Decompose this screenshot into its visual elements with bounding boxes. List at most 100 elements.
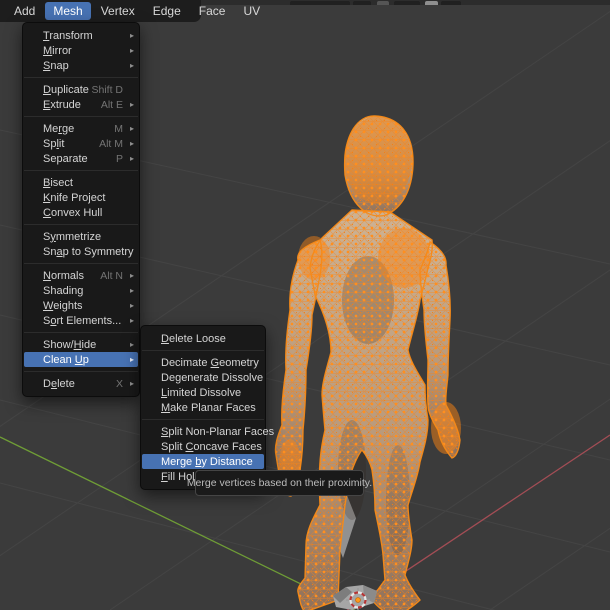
header-widget-stub <box>353 1 371 5</box>
menu-item-shortcut: Alt N <box>100 269 123 282</box>
menu-item-shortcut: X <box>115 377 123 390</box>
menu-item-normals[interactable]: Normals Alt N ▸ <box>24 268 138 283</box>
menubar-item-mesh[interactable]: Mesh <box>45 2 91 20</box>
menu-item-label: Knife Project <box>43 191 106 204</box>
menu-item-split-concave-faces[interactable]: Split Concave Faces <box>142 439 264 454</box>
menubar: Add Mesh Vertex Edge Face UV <box>0 0 260 22</box>
menu-item-shortcut: Shift D <box>91 83 123 96</box>
menu-item-merge-by-distance[interactable]: Merge by Distance <box>142 454 264 469</box>
character-mesh[interactable] <box>274 115 461 610</box>
menu-item-show-hide[interactable]: Show/Hide ▸ <box>24 337 138 352</box>
menu-item-label: Duplicate <box>43 83 89 96</box>
menu-item-label: Delete Loose <box>161 332 226 345</box>
blender-window: Add Mesh Vertex Edge Face UV Transform ▸ Mirror… <box>0 0 610 610</box>
menu-item-merge[interactable]: Merge M ▸ <box>24 121 138 136</box>
submenu-arrow-icon: ▸ <box>129 355 134 364</box>
menu-item-make-planar-faces[interactable]: Make Planar Faces <box>142 400 264 415</box>
menu-item-label: Make Planar Faces <box>161 401 256 414</box>
submenu-arrow-icon: ▸ <box>129 100 134 109</box>
header-widget-stub <box>441 1 461 5</box>
menu-item-duplicate[interactable]: Duplicate Shift D <box>24 82 138 97</box>
menu-separator <box>24 116 138 117</box>
submenu-arrow-icon: ▸ <box>129 46 134 55</box>
submenu-arrow-icon: ▸ <box>129 340 134 349</box>
tooltip-text: Merge vertices based on their proximity. <box>186 477 373 489</box>
menu-item-clean-up[interactable]: Clean Up ▸ <box>24 352 138 367</box>
menu-item-convex-hull[interactable]: Convex Hull <box>24 205 138 220</box>
menu-item-label: Split Concave Faces <box>161 440 262 453</box>
menu-item-label: Convex Hull <box>43 206 103 219</box>
menu-separator <box>24 263 138 264</box>
menu-item-label: Split Non-Planar Faces <box>161 425 275 438</box>
menu-item-extrude[interactable]: Extrude Alt E ▸ <box>24 97 138 112</box>
header-widget-stub <box>290 1 350 5</box>
menu-item-label: Mirror <box>43 44 72 57</box>
menu-item-label: Decimate Geometry <box>161 356 259 369</box>
menu-item-shortcut: P <box>115 152 123 165</box>
menu-item-knife-project[interactable]: Knife Project <box>24 190 138 205</box>
menu-item-limited-dissolve[interactable]: Limited Dissolve <box>142 385 264 400</box>
menu-separator <box>24 371 138 372</box>
menu-item-label: Merge <box>43 122 75 135</box>
submenu-arrow-icon: ▸ <box>129 139 134 148</box>
submenu-arrow-icon: ▸ <box>129 154 134 163</box>
menu-item-split[interactable]: Split Alt M ▸ <box>24 136 138 151</box>
menu-item-label: Snap to Symmetry <box>43 245 134 258</box>
menu-item-decimate-geometry[interactable]: Decimate Geometry <box>142 355 264 370</box>
menu-item-label: Bisect <box>43 176 73 189</box>
menu-separator <box>142 350 264 351</box>
header-widget-stub <box>377 1 389 5</box>
object-origin-dot <box>355 597 361 603</box>
menu-separator <box>24 77 138 78</box>
menu-item-bisect[interactable]: Bisect <box>24 175 138 190</box>
menu-item-label: Separate <box>43 152 88 165</box>
menu-separator <box>24 170 138 171</box>
submenu-arrow-icon: ▸ <box>129 124 134 133</box>
menu-item-label: Delete <box>43 377 75 390</box>
menu-item-label: Symmetrize <box>43 230 102 243</box>
menu-item-label: Show/Hide <box>43 338 97 351</box>
menu-item-label: Clean Up <box>43 353 89 366</box>
submenu-arrow-icon: ▸ <box>129 286 134 295</box>
menubar-item-vertex[interactable]: Vertex <box>93 2 143 20</box>
menu-item-shortcut: Alt M <box>99 137 123 150</box>
cleanup-submenu-panel: Delete Loose Decimate Geometry Degenerate … <box>140 325 274 490</box>
menu-item-label: Weights <box>43 299 83 312</box>
menu-item-label: Transform <box>43 29 93 42</box>
submenu-arrow-icon: ▸ <box>129 316 134 325</box>
menu-item-transform[interactable]: Transform ▸ <box>24 28 138 43</box>
submenu-arrow-icon: ▸ <box>129 31 134 40</box>
menu-item-split-non-planar-faces[interactable]: Split Non-Planar Faces <box>142 424 274 439</box>
menubar-item-add[interactable]: Add <box>6 2 43 20</box>
menubar-item-face[interactable]: Face <box>191 2 234 20</box>
menu-separator <box>24 332 138 333</box>
menu-item-label: Sort Elements... <box>43 314 122 327</box>
menu-separator <box>24 224 138 225</box>
menu-item-label: Limited Dissolve <box>161 386 242 399</box>
submenu-arrow-icon: ▸ <box>129 379 134 388</box>
menu-item-snap[interactable]: Snap ▸ <box>24 58 138 73</box>
menu-item-separate[interactable]: Separate P ▸ <box>24 151 138 166</box>
menu-item-weights[interactable]: Weights ▸ <box>24 298 138 313</box>
menu-item-label: Shading <box>43 284 84 297</box>
menu-item-delete-loose[interactable]: Delete Loose <box>142 331 264 346</box>
menu-item-label: Snap <box>43 59 69 72</box>
menu-separator <box>142 419 264 420</box>
menubar-item-uv[interactable]: UV <box>235 2 268 20</box>
menubar-item-edge[interactable]: Edge <box>145 2 189 20</box>
menu-item-label: Extrude <box>43 98 81 111</box>
header-widget-stub <box>394 1 420 5</box>
menu-item-delete[interactable]: Delete X ▸ <box>24 376 138 391</box>
menu-item-sort-elements[interactable]: Sort Elements... ▸ <box>24 313 138 328</box>
menu-item-shading[interactable]: Shading ▸ <box>24 283 138 298</box>
submenu-arrow-icon: ▸ <box>129 61 134 70</box>
submenu-arrow-icon: ▸ <box>129 301 134 310</box>
menu-item-degenerate-dissolve[interactable]: Degenerate Dissolve <box>142 370 264 385</box>
menu-item-symmetrize[interactable]: Symmetrize <box>24 229 138 244</box>
menu-item-mirror[interactable]: Mirror ▸ <box>24 43 138 58</box>
tooltip: Merge vertices based on their proximity. <box>187 470 372 496</box>
header-widget-stub <box>425 1 438 5</box>
menu-item-label: Normals <box>43 269 84 282</box>
menu-item-shortcut: M <box>114 122 123 135</box>
menu-item-snap-to-symmetry[interactable]: Snap to Symmetry <box>24 244 138 259</box>
